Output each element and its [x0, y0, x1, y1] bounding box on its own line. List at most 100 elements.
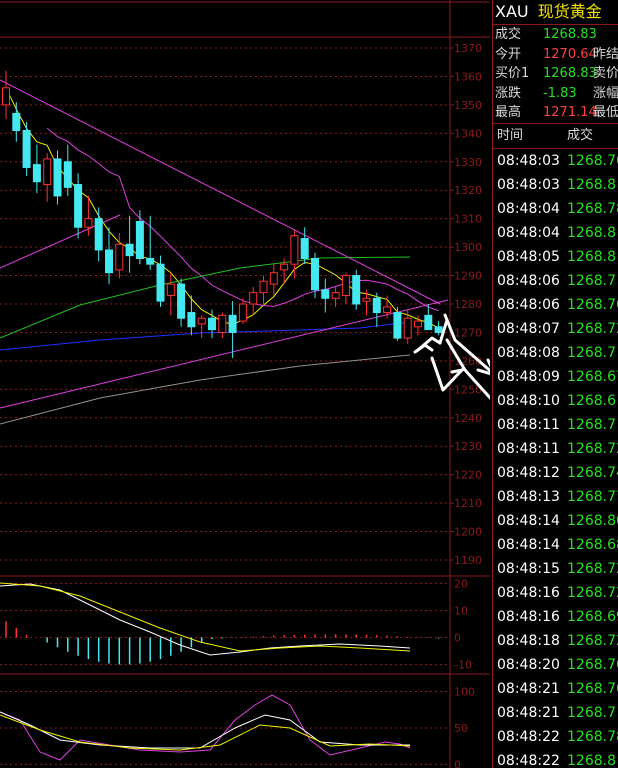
- tick-time: 08:48:04: [497, 224, 560, 241]
- quote-row: 最高 1271.14 最低: [493, 103, 618, 123]
- candle-body: [424, 314, 433, 331]
- tick-row[interactable]: 08:48:18 1268.72: [493, 629, 618, 653]
- tick-price: 1268.78: [567, 200, 618, 217]
- candle-body: [300, 238, 309, 259]
- tick-price: 1268.8: [567, 752, 616, 768]
- tick-row[interactable]: 08:48:05 1268.8: [493, 245, 618, 269]
- candle-body: [22, 129, 31, 168]
- tick-row[interactable]: 08:48:03 1268.8: [493, 173, 618, 197]
- tick-price: 1268.80: [567, 512, 618, 529]
- candle-body: [383, 306, 392, 314]
- tick-table-header: 时间 成交: [493, 124, 618, 148]
- tick-price: 1268.8: [567, 248, 616, 265]
- tick-row[interactable]: 08:48:12 1268.74: [493, 461, 618, 485]
- price-tick-label: 1240: [454, 412, 482, 425]
- ma-line-long: [0, 256, 411, 339]
- tick-row[interactable]: 08:48:11 1268.7: [493, 413, 618, 437]
- tick-time: 08:48:09: [497, 368, 560, 385]
- oscillator-tick-label: 50: [454, 722, 468, 735]
- candle-body: [74, 184, 83, 228]
- chart-area[interactable]: 1370 1360 1350 1340 1330 1320 1310 1300 1290 1280…: [0, 0, 490, 768]
- tick-time: 08:48:06: [497, 296, 560, 313]
- candle-body: [249, 292, 258, 305]
- candle-body: [269, 272, 278, 285]
- tick-price: 1268.72: [567, 440, 618, 457]
- trendline-upper: [0, 79, 441, 305]
- tick-price: 1268.67: [567, 368, 618, 385]
- ma-line-longer: [0, 321, 411, 351]
- tick-time: 08:48:07: [497, 320, 560, 337]
- tick-time: 08:48:04: [497, 200, 560, 217]
- quote-label: 涨跌: [495, 85, 522, 101]
- quote-value: 1271.14: [543, 105, 597, 120]
- tick-row[interactable]: 08:48:21 1268.76: [493, 677, 618, 701]
- tick-row[interactable]: 08:48:14 1268.68: [493, 533, 618, 557]
- tick-row[interactable]: 08:48:15 1268.72: [493, 557, 618, 581]
- tick-time: 08:48:14: [497, 512, 560, 529]
- tick-price: 1268.6: [567, 392, 616, 409]
- candle-body: [238, 303, 247, 322]
- tick-row[interactable]: 08:48:10 1268.6: [493, 389, 618, 413]
- tick-row[interactable]: 08:48:22 1268.78: [493, 725, 618, 749]
- oscillator-tick-label: 100: [454, 686, 475, 699]
- tick-row[interactable]: 08:48:09 1268.67: [493, 365, 618, 389]
- tick-price: 1268.7: [567, 704, 616, 721]
- tick-row[interactable]: 08:48:08 1268.7: [493, 341, 618, 365]
- tick-time: 08:48:22: [497, 728, 560, 745]
- price-column-header: 成交: [567, 127, 594, 143]
- tick-row[interactable]: 08:48:04 1268.78: [493, 197, 618, 221]
- tick-row[interactable]: 08:48:06 1268.76: [493, 293, 618, 317]
- tick-row[interactable]: 08:48:14 1268.80: [493, 509, 618, 533]
- quote-value: -1.83: [543, 85, 577, 101]
- tick-row[interactable]: 08:48:16 1268.69: [493, 605, 618, 629]
- tick-time: 08:48:05: [497, 248, 560, 265]
- quote-label: 买价1: [495, 66, 530, 81]
- tick-row[interactable]: 08:48:07 1268.72: [493, 317, 618, 341]
- candle-body: [105, 249, 113, 274]
- candle-body: [290, 235, 299, 265]
- candle-body: [12, 112, 21, 131]
- ma-line-short: [5, 87, 439, 329]
- tick-row[interactable]: 08:48:04 1268.8: [493, 221, 618, 245]
- tick-price: 1268.72: [567, 632, 618, 649]
- quote-panel: XAU 现货黄金 成交 1268.83 今开 1270.64 昨结 买价1 1268.83 卖…: [492, 0, 618, 768]
- candle-body: [135, 221, 144, 259]
- price-tick-label: 1230: [454, 440, 482, 453]
- tick-price: 1268.69: [567, 608, 618, 625]
- tick-price: 1268.68: [567, 536, 618, 553]
- candle-body: [372, 297, 381, 314]
- tick-row[interactable]: 08:48:11 1268.72: [493, 437, 618, 461]
- quote-label-secondary: 最低: [593, 105, 618, 120]
- quote-row: 今开 1270.64 昨结: [493, 45, 618, 65]
- tick-row[interactable]: 08:48:21 1268.7: [493, 701, 618, 725]
- tick-row[interactable]: 08:48:06 1268.7: [493, 269, 618, 293]
- candle-body: [115, 243, 124, 271]
- tick-time: 08:48:20: [497, 656, 560, 673]
- tick-time: 08:48:14: [497, 536, 560, 553]
- candle-body: [43, 158, 52, 186]
- candle-body: [166, 283, 175, 296]
- price-tick-label: 1200: [454, 526, 482, 539]
- macd-line: [0, 583, 411, 656]
- tick-row[interactable]: 08:48:22 1268.8: [493, 749, 618, 768]
- candle-body: [311, 257, 319, 291]
- tick-time: 08:48:15: [497, 560, 560, 577]
- candle-body: [341, 275, 350, 296]
- candle-body: [197, 317, 206, 325]
- tick-price: 1268.72: [567, 584, 618, 601]
- tick-time: 08:48:22: [497, 752, 560, 768]
- tick-row[interactable]: 08:48:03 1268.76: [493, 149, 618, 173]
- tick-table[interactable]: 08:48:03 1268.76 08:48:03 1268.8 08:48:04 126…: [493, 149, 618, 768]
- signal-line: [0, 582, 411, 652]
- tick-time: 08:48:16: [497, 608, 560, 625]
- tick-row[interactable]: 08:48:20 1268.76: [493, 653, 618, 677]
- quote-row: 买价1 1268.83 卖价: [493, 64, 618, 84]
- candlestick-chart[interactable]: 1370 1360 1350 1340 1330 1320 1310 1300 1290 1280…: [0, 0, 490, 768]
- tick-price: 1268.7: [567, 416, 616, 433]
- tick-time: 08:48:11: [497, 416, 560, 433]
- tick-price: 1268.76: [567, 656, 618, 673]
- tick-row[interactable]: 08:48:13 1268.77: [493, 485, 618, 509]
- candle-body: [32, 164, 41, 183]
- macd-tick-label: 20: [454, 577, 468, 590]
- tick-row[interactable]: 08:48:16 1268.72: [493, 581, 618, 605]
